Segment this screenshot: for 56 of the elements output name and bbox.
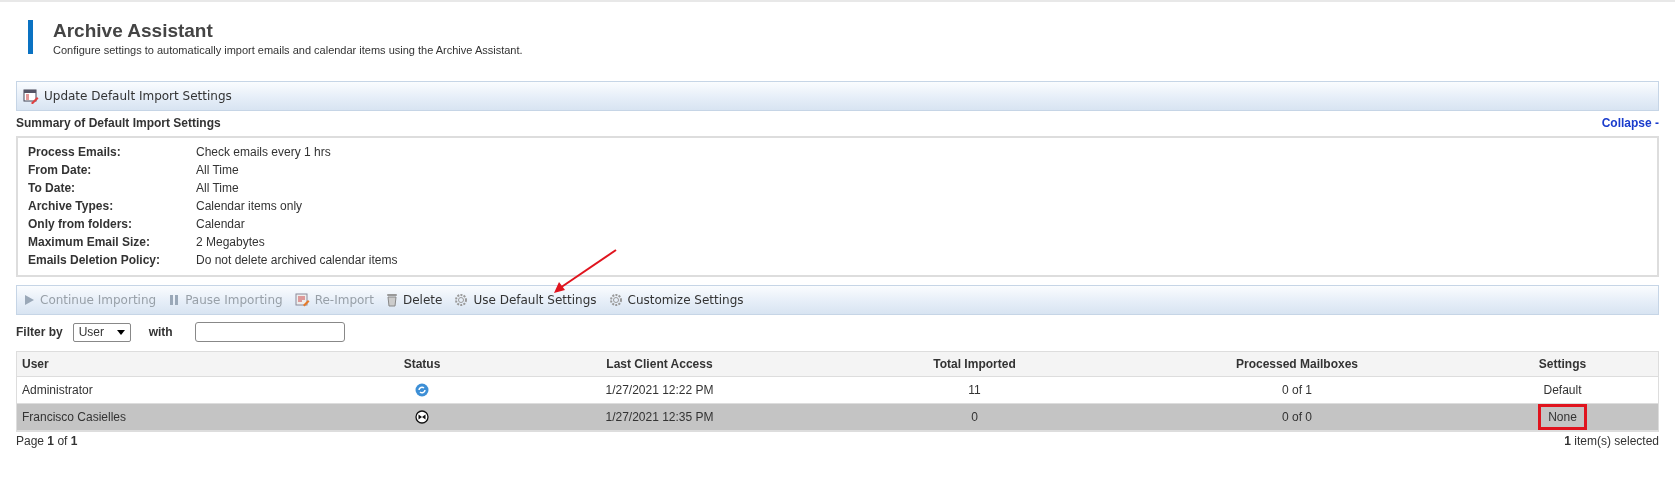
setting-label: Maximum Email Size: xyxy=(28,235,152,249)
toolbar-button[interactable]: Customize Settings xyxy=(608,293,744,307)
column-header: Last Client Access xyxy=(605,357,714,371)
table-cell-text: Administrator xyxy=(21,383,94,397)
trash-icon xyxy=(386,293,398,307)
table-cell-text: Francisco Casielles xyxy=(21,410,128,424)
collapse-link[interactable]: Collapse - xyxy=(1601,116,1659,130)
setting-value: All Time xyxy=(196,163,240,177)
with-label: with xyxy=(148,325,173,339)
stopped-icon xyxy=(415,410,429,424)
setting-label: From Date: xyxy=(28,163,93,177)
table-cell-text: 0 of 0 xyxy=(1281,410,1313,424)
setting-value: Check emails every 1 hrs xyxy=(196,145,332,159)
filter-label: Filter by xyxy=(16,325,63,339)
table-cell-text: 0 of 1 xyxy=(1281,383,1313,397)
gear-icon xyxy=(608,293,623,307)
table-cell-text: 0 xyxy=(970,410,979,424)
sync-icon xyxy=(415,383,429,397)
toolbar-button[interactable]: Delete xyxy=(386,293,443,307)
gear-icon xyxy=(454,293,469,307)
setting-label: Emails Deletion Policy: xyxy=(28,253,162,267)
page-title: Archive Assistant xyxy=(53,20,214,42)
column-header: Status xyxy=(402,357,442,371)
setting-value: All Time xyxy=(196,181,240,195)
column-header: Settings xyxy=(1537,357,1588,371)
page-subtitle: Configure settings to automatically import emails and calendar items using the Archive Assistant. xyxy=(53,44,523,56)
setting-label: Archive Types: xyxy=(28,199,115,213)
setting-value: Do not delete archived calendar items xyxy=(196,253,399,267)
table-cell-text: 1/27/2021 12:35 PM xyxy=(604,410,715,424)
edit-icon xyxy=(294,293,310,307)
setting-value: Calendar xyxy=(196,217,246,231)
table-row[interactable]: Francisco Casielles 1/27/2021 12:35 PM 0 0 of 0 None xyxy=(17,404,1658,431)
setting-value: 2 Megabytes xyxy=(196,235,266,249)
highlight-box: None xyxy=(1538,404,1587,430)
setting-label: Process Emails: xyxy=(28,145,122,159)
setting-label: To Date: xyxy=(28,181,77,195)
column-header: Total Imported xyxy=(932,357,1017,371)
filter-dropdown[interactable]: User xyxy=(72,322,131,342)
summary-title: Summary of Default Import Settings xyxy=(16,116,221,130)
accent-bar xyxy=(28,20,33,54)
update-settings-button[interactable]: Update Default Import Settings xyxy=(23,88,232,104)
filter-input[interactable] xyxy=(194,322,345,342)
table-cell-text: Default xyxy=(1542,382,1583,399)
page-indicator: Page 1 of 1 xyxy=(16,434,78,448)
settings-edit-icon xyxy=(23,88,39,104)
setting-label: Only from folders: xyxy=(28,217,133,231)
selection-count: 1 item(s) selected xyxy=(1564,434,1659,448)
caret-icon xyxy=(116,329,125,335)
setting-value: Calendar items only xyxy=(196,199,304,213)
column-header: Processed Mailboxes xyxy=(1234,357,1360,371)
pause-icon xyxy=(168,294,181,306)
table-cell-text: 1/27/2021 12:22 PM xyxy=(604,383,715,397)
play-icon xyxy=(23,294,35,306)
table-cell-text: 11 xyxy=(967,383,982,397)
toolbar-button[interactable]: Use Default Settings xyxy=(454,293,597,307)
column-header: User xyxy=(21,357,50,371)
